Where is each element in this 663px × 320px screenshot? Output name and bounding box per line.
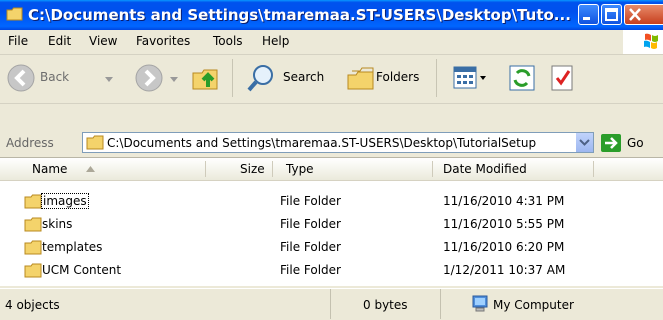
menu-file[interactable]: File	[8, 34, 28, 48]
folder-icon	[86, 135, 104, 150]
column-divider[interactable]	[432, 161, 433, 177]
windows-logo	[623, 30, 663, 54]
minimize-button[interactable]	[578, 4, 599, 25]
status-location: My Computer	[493, 298, 574, 312]
address-value: C:\Documents and Settings\tmaremaa.ST-US…	[107, 136, 537, 150]
standard-toolbar: Back Search Folders	[0, 55, 663, 104]
address-label: Address	[6, 136, 54, 150]
forward-dropdown-icon[interactable]	[170, 77, 178, 82]
item-type: File Folder	[280, 194, 341, 208]
forward-arrow-icon[interactable]	[134, 63, 164, 93]
status-segment: 0 bytes	[331, 289, 441, 319]
toolbar-separator	[436, 59, 437, 97]
menu-tools[interactable]: Tools	[213, 34, 243, 48]
status-size: 0 bytes	[363, 298, 408, 312]
item-type: File Folder	[280, 240, 341, 254]
column-divider[interactable]	[205, 161, 206, 177]
item-date: 11/16/2010 4:31 PM	[443, 194, 565, 208]
item-date: 1/12/2011 10:37 AM	[443, 263, 566, 277]
list-item[interactable]: images File Folder 11/16/2010 4:31 PM	[0, 190, 663, 212]
close-button[interactable]	[624, 4, 663, 25]
toolbar-separator	[232, 59, 233, 97]
column-header-date[interactable]: Date Modified	[443, 162, 527, 176]
item-type: File Folder	[280, 217, 341, 231]
back-dropdown-icon[interactable]	[105, 77, 113, 82]
up-folder-icon[interactable]	[190, 63, 220, 93]
item-name: templates	[42, 240, 103, 254]
search-icon	[247, 65, 273, 92]
address-bar: Address C:\Documents and Settings\tmarem…	[0, 129, 663, 158]
column-divider[interactable]	[593, 161, 594, 177]
folders-icon	[347, 67, 374, 90]
folders-label: Folders	[376, 70, 420, 84]
menu-edit[interactable]: Edit	[48, 34, 71, 48]
maximize-button[interactable]	[601, 4, 622, 25]
windows-flag-icon	[644, 33, 658, 49]
item-name: UCM Content	[42, 263, 122, 277]
check-document-icon[interactable]	[548, 64, 576, 92]
item-date: 11/16/2010 5:55 PM	[443, 217, 565, 231]
item-name: skins	[42, 217, 73, 231]
folder-icon	[6, 7, 23, 21]
maximize-icon	[605, 8, 618, 21]
sync-icon[interactable]	[508, 64, 536, 92]
column-header-type[interactable]: Type	[286, 162, 314, 176]
list-item[interactable]: UCM Content File Folder 1/12/2011 10:37 …	[0, 259, 663, 281]
status-bar: 4 objects 0 bytes My Computer	[0, 288, 663, 320]
file-list[interactable]: Name Size Type Date Modified images File…	[0, 158, 663, 286]
list-item[interactable]: skins File Folder 11/16/2010 5:55 PM	[0, 213, 663, 235]
explorer-window: C:\Documents and Settings\tmaremaa.ST-US…	[0, 0, 663, 320]
item-date: 11/16/2010 6:20 PM	[443, 240, 565, 254]
go-label: Go	[627, 136, 644, 150]
folder-icon	[24, 194, 42, 209]
sort-ascending-icon	[86, 166, 95, 172]
menu-favorites[interactable]: Favorites	[136, 34, 190, 48]
column-header-size[interactable]: Size	[240, 162, 265, 176]
item-name: images	[41, 193, 89, 209]
menu-bar: File Edit View Favorites Tools Help	[0, 30, 663, 55]
menu-help[interactable]: Help	[262, 34, 289, 48]
folder-icon	[24, 240, 42, 255]
list-item[interactable]: templates File Folder 11/16/2010 6:20 PM	[0, 236, 663, 258]
status-segment: My Computer	[441, 289, 662, 319]
address-input[interactable]: C:\Documents and Settings\tmaremaa.ST-US…	[82, 132, 594, 153]
address-dropdown-button[interactable]	[575, 133, 593, 152]
chevron-down-icon	[579, 139, 590, 146]
back-label: Back	[40, 70, 70, 84]
close-icon	[629, 8, 641, 21]
views-icon[interactable]	[452, 65, 488, 91]
window-title: C:\Documents and Settings\tmaremaa.ST-US…	[28, 6, 571, 24]
item-type: File Folder	[280, 263, 341, 277]
status-segment: 4 objects	[0, 289, 331, 319]
column-header-name[interactable]: Name	[32, 162, 67, 176]
folder-icon	[24, 217, 42, 232]
status-object-count: 4 objects	[5, 298, 60, 312]
go-arrow-icon	[601, 134, 621, 152]
search-label: Search	[283, 70, 325, 84]
minimize-icon	[583, 17, 590, 20]
column-divider[interactable]	[272, 161, 273, 177]
menu-view[interactable]: View	[89, 34, 117, 48]
folder-icon	[24, 263, 42, 278]
column-header-row: Name Size Type Date Modified	[0, 158, 663, 181]
my-computer-icon	[472, 295, 488, 312]
back-arrow-icon	[7, 64, 35, 92]
title-bar[interactable]: C:\Documents and Settings\tmaremaa.ST-US…	[0, 0, 663, 30]
